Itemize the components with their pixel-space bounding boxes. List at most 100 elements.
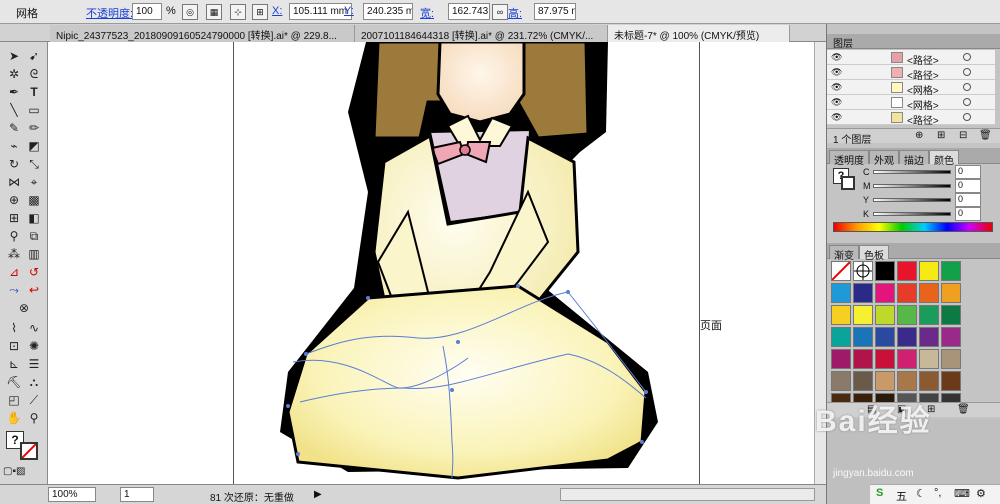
color-swatch[interactable] [941, 349, 961, 369]
color-swatch[interactable] [875, 305, 895, 325]
layer-row[interactable]: 👁 <网格> [827, 80, 995, 97]
twirl-tool-icon[interactable]: ∿ [25, 319, 43, 337]
color-swatch[interactable] [875, 371, 895, 391]
tab-document-2[interactable]: 2007101184644318 [转换].ai* @ 231.72% (CMY… [355, 25, 608, 42]
color-swatch[interactable] [919, 349, 939, 369]
color-swatch[interactable] [941, 371, 961, 391]
zoom-select[interactable]: 100% [48, 487, 96, 502]
delete-swatch-icon[interactable]: 🗑 [957, 404, 970, 415]
color-swatch[interactable] [919, 283, 939, 303]
cyan-slider[interactable] [873, 170, 951, 174]
pen-tool-icon[interactable]: ✒ [5, 83, 23, 101]
eye-icon[interactable]: 👁 [831, 97, 842, 108]
target-circle-icon[interactable] [963, 98, 971, 106]
artboard-select[interactable]: 1 [120, 487, 154, 502]
color-swatch[interactable] [897, 371, 917, 391]
shape-builder-tool-icon[interactable]: ⊕ [5, 191, 23, 209]
canvas[interactable]: 页面 [48, 42, 814, 484]
punctuation-icon[interactable]: °, [934, 487, 941, 499]
h-input[interactable]: 87.975 mm [534, 3, 576, 20]
color-swatch[interactable] [853, 305, 873, 325]
target-tool-icon[interactable]: ⊗ [15, 299, 33, 317]
color-swatch[interactable] [831, 349, 851, 369]
tab-appearance[interactable]: 外观 [869, 150, 899, 167]
type-tool-icon[interactable]: T [25, 83, 43, 101]
transform-icon[interactable]: ⊹ [230, 4, 246, 20]
free-transform-tool-icon[interactable]: ⌖ [25, 173, 43, 191]
gradient-tool-icon[interactable]: ◧ [25, 209, 43, 227]
black-input[interactable]: 0 [955, 207, 981, 221]
crystallize-tool-icon[interactable]: ✺ [25, 337, 43, 355]
color-swatch[interactable] [919, 261, 939, 281]
stroke-swatch-icon[interactable] [20, 442, 38, 460]
tab-gradient[interactable]: 渐变 [829, 245, 859, 262]
tab-color[interactable]: 颜色 [929, 150, 959, 167]
color-mode-icon[interactable]: ▢▪▨ [3, 463, 25, 481]
status-arrow-icon[interactable]: ▶ [314, 489, 322, 500]
cyan-input[interactable]: 0 [955, 165, 981, 179]
blend-tool-icon[interactable]: ⧉ [25, 227, 43, 245]
zoom-tool-icon[interactable]: ⚲ [25, 409, 43, 427]
stroke-color-icon[interactable] [841, 176, 855, 190]
yellow-slider[interactable] [873, 198, 951, 202]
none-swatch[interactable] [831, 261, 851, 281]
bar-chart-tool-icon[interactable]: ☰ [25, 355, 43, 373]
x-input[interactable]: 105.111 mm [289, 3, 352, 20]
color-swatch[interactable] [897, 283, 917, 303]
direct-selection-tool-icon[interactable]: ➹ [25, 47, 43, 65]
eye-icon[interactable]: 👁 [831, 112, 842, 123]
color-swatch[interactable] [831, 305, 851, 325]
color-swatch[interactable] [919, 305, 939, 325]
pencil-tool-icon[interactable]: ✏ [25, 119, 43, 137]
magenta-input[interactable]: 0 [955, 179, 981, 193]
horizontal-scrollbar[interactable] [560, 488, 815, 501]
slice-select-tool-icon[interactable]: ◰ [5, 391, 23, 409]
color-swatch[interactable] [875, 327, 895, 347]
color-swatch[interactable] [941, 327, 961, 347]
color-swatch[interactable] [941, 283, 961, 303]
tab-stroke[interactable]: 描边 [899, 150, 929, 167]
eye-icon[interactable]: 👁 [831, 82, 842, 93]
perspective-grid-tool-icon[interactable]: ▩ [25, 191, 43, 209]
new-item-icon[interactable]: ⊟ [959, 130, 967, 141]
registration-swatch[interactable] [853, 261, 873, 281]
eye-icon[interactable]: 👁 [831, 67, 842, 78]
paintbrush-tool-icon[interactable]: ✎ [5, 119, 23, 137]
color-swatch[interactable] [897, 349, 917, 369]
eye-icon[interactable]: 👁 [831, 52, 842, 63]
live-paint-tool-icon[interactable]: ⛏ [5, 373, 23, 391]
tab-document-3[interactable]: 未标题-7* @ 100% (CMYK/预览) [608, 25, 790, 42]
color-swatch[interactable] [875, 283, 895, 303]
layer-row[interactable]: 👁 <路径> [827, 110, 995, 127]
align-grid-icon[interactable]: ▦ [206, 4, 222, 20]
w-input[interactable]: 162.743 mm [448, 3, 490, 20]
tab-transparency[interactable]: 透明度 [829, 150, 869, 167]
y-input[interactable]: 240.235 mm [363, 3, 413, 20]
curvature-tool-icon[interactable]: ↩ [25, 281, 43, 299]
color-swatch[interactable] [831, 283, 851, 303]
eyedropper-tool-icon[interactable]: ⚲ [5, 227, 23, 245]
rotate-tool-icon[interactable]: ↻ [5, 155, 23, 173]
hand-select-tool-icon[interactable]: ⤳ [5, 281, 23, 299]
target-circle-icon[interactable] [963, 113, 971, 121]
keyboard-icon[interactable]: ⌨ [954, 487, 970, 500]
layer-row[interactable]: 👁 <路径> [827, 50, 995, 67]
blob-brush-tool-icon[interactable]: ⌁ [5, 137, 23, 155]
link-icon[interactable]: ∞ [492, 4, 508, 20]
color-swatch[interactable] [853, 283, 873, 303]
lasso-tool-icon[interactable]: ᘓ [25, 65, 43, 83]
artboard-tool-icon[interactable]: ⊿ [5, 263, 23, 281]
color-swatch[interactable] [831, 371, 851, 391]
layer-row[interactable]: 👁 <网格> [827, 95, 995, 112]
tab-document-1[interactable]: Nipic_24377523_20180909160524790000 [转换]… [50, 25, 355, 42]
graph-tool-icon[interactable]: ⊾ [5, 355, 23, 373]
settings-icon[interactable]: ⚙ [976, 487, 986, 500]
new-sublayer-icon[interactable]: ⊞ [937, 130, 945, 141]
opacity-input[interactable]: 100 [132, 3, 162, 20]
color-swatch[interactable] [941, 261, 961, 281]
color-swatch[interactable] [941, 305, 961, 325]
line-tool-icon[interactable]: ╲ [5, 101, 23, 119]
slice-tool-icon[interactable]: ↺ [25, 263, 43, 281]
target-circle-icon[interactable] [963, 68, 971, 76]
target-circle-icon[interactable] [963, 83, 971, 91]
